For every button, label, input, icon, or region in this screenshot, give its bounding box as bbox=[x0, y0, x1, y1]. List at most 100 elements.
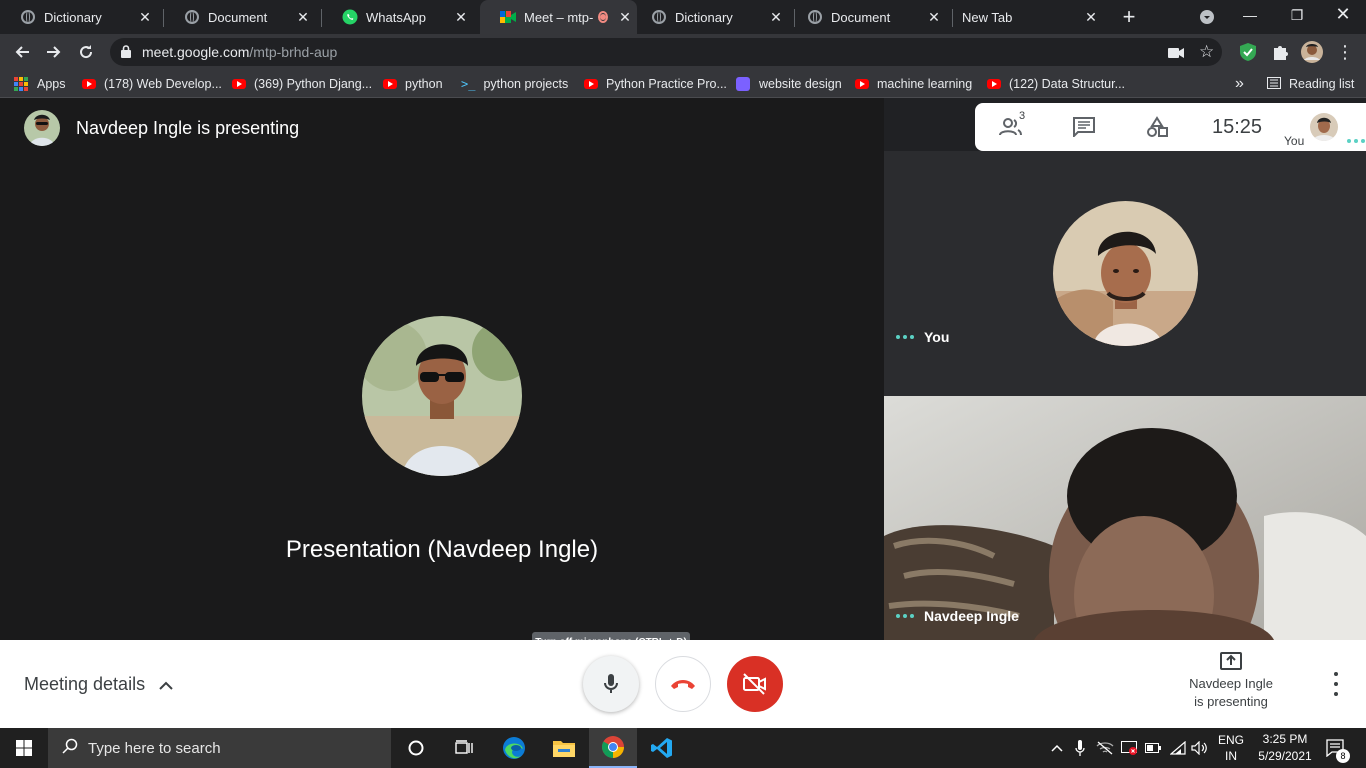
edge-app-button[interactable] bbox=[490, 728, 538, 768]
participant-video bbox=[884, 396, 1366, 640]
cortana-circle-icon bbox=[408, 740, 424, 756]
shield-extension-icon[interactable] bbox=[1236, 40, 1260, 64]
tray-network-off-icon[interactable] bbox=[1095, 728, 1115, 768]
participant-tile-you[interactable]: You bbox=[884, 151, 1366, 396]
present-now-status[interactable]: Navdeep Ingle is presenting bbox=[1176, 652, 1286, 711]
bookmark-label: Apps bbox=[37, 77, 66, 91]
reading-list-button[interactable]: Reading list bbox=[1267, 70, 1354, 98]
tab-dictionary-2[interactable]: Dictionary ✕ bbox=[637, 0, 795, 34]
camera-icon[interactable] bbox=[1168, 46, 1184, 64]
microphone-icon bbox=[604, 674, 618, 693]
close-icon[interactable]: ✕ bbox=[136, 8, 154, 26]
close-icon[interactable]: ✕ bbox=[767, 8, 785, 26]
meeting-details-label: Meeting details bbox=[24, 674, 146, 694]
tray-volume-icon[interactable] bbox=[1190, 728, 1210, 768]
audio-activity-icon bbox=[896, 614, 914, 618]
tab-meet[interactable]: Meet – mtp-l ✕ bbox=[480, 0, 637, 34]
star-icon[interactable]: ☆ bbox=[1199, 42, 1214, 62]
restore-button[interactable]: ❐ bbox=[1285, 3, 1309, 27]
more-options-icon[interactable] bbox=[1326, 672, 1346, 696]
youtube-icon bbox=[82, 79, 96, 89]
tray-wifi-icon[interactable] bbox=[1168, 728, 1188, 768]
end-call-button[interactable] bbox=[655, 656, 711, 712]
chat-icon[interactable] bbox=[1071, 114, 1097, 140]
close-icon[interactable]: ✕ bbox=[294, 8, 312, 26]
region-code: IN bbox=[1225, 749, 1237, 763]
presenter-header: Navdeep Ingle is presenting bbox=[24, 110, 299, 146]
lock-icon[interactable] bbox=[121, 45, 131, 59]
bookmark-label: Reading list bbox=[1289, 77, 1355, 91]
tab-document[interactable]: Document ✕ bbox=[164, 0, 322, 34]
chevron-up-icon bbox=[159, 674, 173, 695]
reload-icon[interactable] bbox=[74, 40, 98, 64]
bookmark-item[interactable]: (122) Data Structur... bbox=[987, 70, 1125, 98]
bookmark-item[interactable]: (178) Web Develop... bbox=[82, 70, 222, 98]
chrome-app-button[interactable] bbox=[589, 728, 637, 768]
bookmarks-overflow-button[interactable]: » bbox=[1235, 70, 1244, 98]
tab-search-icon[interactable] bbox=[1195, 5, 1219, 29]
youtube-icon bbox=[232, 79, 246, 89]
bookmark-label: (122) Data Structur... bbox=[1009, 77, 1126, 91]
taskbar-search-box[interactable]: Type here to search bbox=[48, 728, 391, 768]
tray-chevron-up-icon[interactable] bbox=[1048, 728, 1066, 768]
bookmark-item[interactable]: website design bbox=[736, 70, 842, 98]
forward-arrow-icon[interactable] bbox=[42, 40, 66, 64]
new-tab-button[interactable]: + bbox=[1117, 4, 1141, 29]
bookmark-item[interactable]: machine learning bbox=[855, 70, 972, 98]
profile-avatar[interactable] bbox=[1300, 40, 1324, 64]
whatsapp-icon bbox=[342, 9, 358, 25]
self-view-thumbnail[interactable] bbox=[1310, 113, 1338, 141]
meeting-details-button[interactable]: Meeting details bbox=[24, 674, 173, 695]
url-host: meet.google.com bbox=[142, 44, 250, 60]
url-text: meet.google.com/mtp-brhd-aup bbox=[142, 44, 337, 60]
microphone-button[interactable] bbox=[583, 656, 639, 712]
close-icon[interactable]: ✕ bbox=[925, 8, 943, 26]
tab-title: New Tab bbox=[962, 9, 1013, 25]
windows-start-button[interactable] bbox=[0, 728, 48, 768]
close-icon[interactable]: ✕ bbox=[1082, 8, 1100, 26]
windows-taskbar: Type here to search ENG IN 3:25 PM 5/29/… bbox=[0, 728, 1366, 768]
activities-icon[interactable] bbox=[1144, 114, 1170, 140]
tab-document-2[interactable]: Document ✕ bbox=[795, 0, 953, 34]
meet-stage: Navdeep Ingle is presenting Presentation… bbox=[0, 98, 1366, 640]
extensions-puzzle-icon[interactable] bbox=[1268, 40, 1292, 64]
presenter-avatar-large bbox=[362, 316, 522, 476]
audio-activity-icon bbox=[896, 335, 914, 339]
terminal-icon: >_ bbox=[461, 77, 476, 91]
task-view-button[interactable] bbox=[440, 728, 488, 768]
bookmark-item[interactable]: python bbox=[383, 70, 443, 98]
tray-battery-icon[interactable] bbox=[1144, 728, 1162, 768]
participant-tile-navdeep[interactable]: Navdeep Ingle bbox=[884, 396, 1366, 640]
bookmark-apps[interactable]: Apps bbox=[14, 70, 66, 98]
meeting-info-panel: 3 15:25 You bbox=[975, 103, 1366, 151]
participants-icon[interactable]: 3 bbox=[999, 110, 1025, 140]
folder-icon bbox=[553, 741, 575, 757]
task-view-icon bbox=[455, 740, 473, 754]
bookmark-label: website design bbox=[759, 77, 842, 91]
action-center-button[interactable]: 8 bbox=[1320, 728, 1352, 768]
bookmark-item[interactable]: Python Practice Pro... bbox=[584, 70, 727, 98]
file-explorer-button[interactable] bbox=[540, 728, 588, 768]
tab-new-tab[interactable]: New Tab ✕ bbox=[953, 0, 1110, 34]
address-bar[interactable]: meet.google.com/mtp-brhd-aup ☆ bbox=[110, 38, 1222, 66]
vscode-app-button[interactable] bbox=[638, 728, 686, 768]
clock-time: 3:25 PM bbox=[1262, 732, 1308, 746]
tab-dictionary[interactable]: Dictionary ✕ bbox=[0, 0, 164, 34]
chrome-menu-icon[interactable]: ⋮ bbox=[1333, 40, 1357, 64]
minimize-button[interactable]: — bbox=[1238, 3, 1262, 27]
bookmark-item[interactable]: (369) Python Djang... bbox=[232, 70, 372, 98]
back-arrow-icon[interactable] bbox=[10, 40, 34, 64]
tray-clock[interactable]: 3:25 PM 5/29/2021 bbox=[1252, 728, 1318, 768]
bookmark-item[interactable]: >_ python projects bbox=[461, 70, 568, 98]
chrome-icon bbox=[602, 736, 624, 758]
close-icon[interactable]: ✕ bbox=[616, 8, 634, 26]
tray-microphone-icon[interactable] bbox=[1072, 728, 1088, 768]
close-window-button[interactable]: ✕ bbox=[1331, 2, 1355, 26]
cortana-button[interactable] bbox=[392, 728, 440, 768]
camera-off-button[interactable] bbox=[727, 656, 783, 712]
close-icon[interactable]: ✕ bbox=[452, 8, 470, 26]
tray-security-icon[interactable] bbox=[1120, 728, 1138, 768]
tray-language-indicator[interactable]: ENG IN bbox=[1214, 728, 1248, 768]
hang-up-icon bbox=[671, 680, 695, 689]
tab-whatsapp[interactable]: WhatsApp ✕ bbox=[322, 0, 480, 34]
